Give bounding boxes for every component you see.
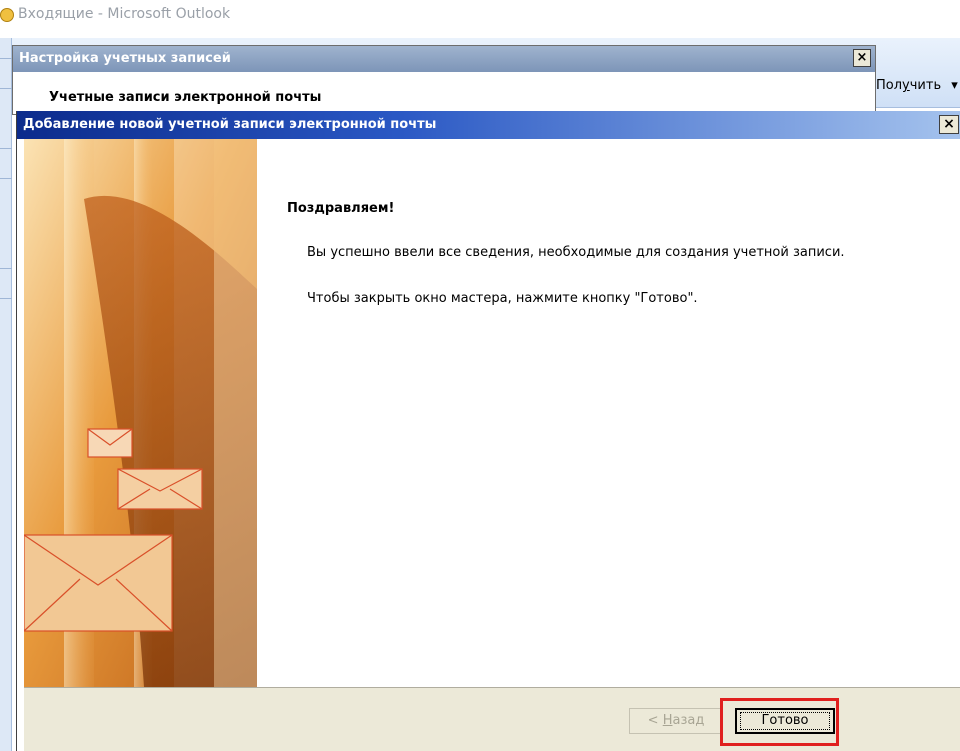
back-label-suffix: азад [672,713,705,728]
receive-label-suffix: чить [909,78,942,93]
finish-highlight-box [720,698,839,746]
receive-label-accel: у [902,78,910,93]
chevron-down-icon: ▾ [951,78,958,93]
wizard-title: Добавление новой учетной записи электрон… [23,117,437,132]
send-receive-button[interactable]: Получить ▾ [876,78,958,93]
account-settings-title: Настройка учетных записей [19,51,231,66]
outlook-window-title: Входящие - Microsoft Outlook [18,6,231,22]
account-settings-title-bar: Настройка учетных записей × [13,46,875,72]
congrats-heading: Поздравляем! [287,201,395,216]
outlook-title-bar: Входящие - Microsoft Outlook [0,0,960,38]
back-label-prefix: < [647,713,663,728]
account-settings-dialog: Настройка учетных записей × Учетные запи… [12,45,876,115]
wizard-content: Поздравляем! Вы успешно ввели все сведен… [257,139,960,687]
outlook-navigation-pane [0,38,12,751]
wizard-close-button[interactable]: × [939,115,959,134]
receive-label-prefix: Пол [876,78,903,93]
close-instruction: Чтобы закрыть окно мастера, нажмите кноп… [307,291,698,306]
back-button[interactable]: < Назад [629,708,723,734]
success-message: Вы успешно ввели все сведения, необходим… [307,245,845,260]
account-settings-close-button[interactable]: × [853,49,871,67]
wizard-title-bar: Добавление новой учетной записи электрон… [17,111,960,139]
outlook-app-icon [0,8,14,22]
wizard-banner-image [24,139,257,687]
add-account-wizard: Добавление новой учетной записи электрон… [16,111,960,751]
email-accounts-heading: Учетные записи электронной почты [49,90,322,105]
envelopes-banner-icon [24,139,257,687]
